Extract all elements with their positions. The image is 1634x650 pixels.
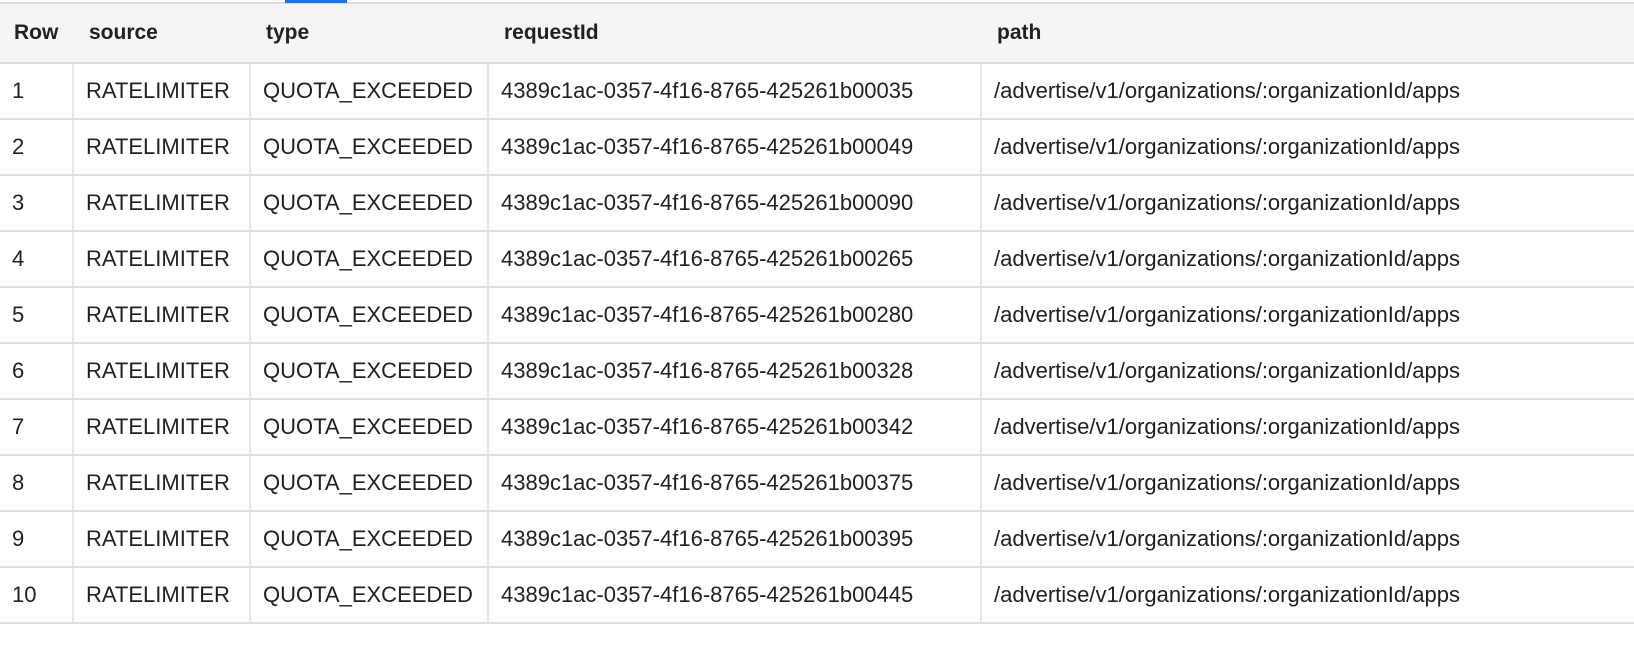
path-cell: /advertise/v1/organizations/:organizatio…: [980, 567, 1634, 624]
active-tab-indicator: [285, 0, 347, 3]
type-cell: QUOTA_EXCEEDED: [249, 119, 488, 176]
table-header-row: Row source type requestId path: [0, 4, 1634, 64]
source-cell: RATELIMITER: [72, 567, 250, 624]
request-id-cell: 4389c1ac-0357-4f16-8765-425261b00280: [487, 287, 981, 344]
table-row[interactable]: 2 RATELIMITER QUOTA_EXCEEDED 4389c1ac-0357-…: [0, 119, 1634, 176]
request-id-cell: 4389c1ac-0357-4f16-8765-425261b00090: [487, 175, 981, 232]
type-cell: QUOTA_EXCEEDED: [249, 175, 488, 232]
path-cell: /advertise/v1/organizations/:organizatio…: [980, 343, 1634, 400]
source-cell: RATELIMITER: [72, 175, 250, 232]
type-cell: QUOTA_EXCEEDED: [249, 287, 488, 344]
row-number: 2: [0, 119, 73, 176]
results-table: Row source type requestId path 1 RATELIMI…: [0, 4, 1634, 624]
table-row[interactable]: 10 RATELIMITER QUOTA_EXCEEDED 4389c1ac-0357…: [0, 567, 1634, 624]
source-cell: RATELIMITER: [72, 231, 250, 288]
table-row[interactable]: 1 RATELIMITER QUOTA_EXCEEDED 4389c1ac-0357-…: [0, 63, 1634, 120]
row-number: 1: [0, 63, 73, 120]
column-header-path[interactable]: path: [981, 4, 1634, 64]
row-number: 6: [0, 343, 73, 400]
source-cell: RATELIMITER: [72, 343, 250, 400]
row-number: 4: [0, 231, 73, 288]
type-cell: QUOTA_EXCEEDED: [249, 63, 488, 120]
source-cell: RATELIMITER: [72, 119, 250, 176]
path-cell: /advertise/v1/organizations/:organizatio…: [980, 119, 1634, 176]
source-cell: RATELIMITER: [72, 287, 250, 344]
table-row[interactable]: 7 RATELIMITER QUOTA_EXCEEDED 4389c1ac-0357-…: [0, 399, 1634, 456]
table-row[interactable]: 5 RATELIMITER QUOTA_EXCEEDED 4389c1ac-0357-…: [0, 287, 1634, 344]
path-cell: /advertise/v1/organizations/:organizatio…: [980, 399, 1634, 456]
path-cell: /advertise/v1/organizations/:organizatio…: [980, 63, 1634, 120]
request-id-cell: 4389c1ac-0357-4f16-8765-425261b00265: [487, 231, 981, 288]
path-cell: /advertise/v1/organizations/:organizatio…: [980, 175, 1634, 232]
type-cell: QUOTA_EXCEEDED: [249, 231, 488, 288]
request-id-cell: 4389c1ac-0357-4f16-8765-425261b00375: [487, 455, 981, 512]
type-cell: QUOTA_EXCEEDED: [249, 567, 488, 624]
request-id-cell: 4389c1ac-0357-4f16-8765-425261b00342: [487, 399, 981, 456]
row-number: 3: [0, 175, 73, 232]
path-cell: /advertise/v1/organizations/:organizatio…: [980, 287, 1634, 344]
table-row[interactable]: 3 RATELIMITER QUOTA_EXCEEDED 4389c1ac-0357-…: [0, 175, 1634, 232]
row-number: 9: [0, 511, 73, 568]
request-id-cell: 4389c1ac-0357-4f16-8765-425261b00049: [487, 119, 981, 176]
column-header-requestid[interactable]: requestId: [488, 4, 981, 64]
path-cell: /advertise/v1/organizations/:organizatio…: [980, 455, 1634, 512]
row-number: 10: [0, 567, 73, 624]
table-row[interactable]: 4 RATELIMITER QUOTA_EXCEEDED 4389c1ac-0357-…: [0, 231, 1634, 288]
table-row[interactable]: 9 RATELIMITER QUOTA_EXCEEDED 4389c1ac-0357-…: [0, 511, 1634, 568]
path-cell: /advertise/v1/organizations/:organizatio…: [980, 511, 1634, 568]
type-cell: QUOTA_EXCEEDED: [249, 455, 488, 512]
column-header-source[interactable]: source: [73, 4, 250, 64]
row-number: 5: [0, 287, 73, 344]
request-id-cell: 4389c1ac-0357-4f16-8765-425261b00445: [487, 567, 981, 624]
table-row[interactable]: 6 RATELIMITER QUOTA_EXCEEDED 4389c1ac-0357-…: [0, 343, 1634, 400]
table-row[interactable]: 8 RATELIMITER QUOTA_EXCEEDED 4389c1ac-0357-…: [0, 455, 1634, 512]
source-cell: RATELIMITER: [72, 399, 250, 456]
column-header-type[interactable]: type: [250, 4, 488, 64]
source-cell: RATELIMITER: [72, 455, 250, 512]
row-number: 8: [0, 455, 73, 512]
source-cell: RATELIMITER: [72, 511, 250, 568]
row-number: 7: [0, 399, 73, 456]
type-cell: QUOTA_EXCEEDED: [249, 399, 488, 456]
request-id-cell: 4389c1ac-0357-4f16-8765-425261b00035: [487, 63, 981, 120]
column-header-row[interactable]: Row: [0, 4, 73, 64]
request-id-cell: 4389c1ac-0357-4f16-8765-425261b00395: [487, 511, 981, 568]
type-cell: QUOTA_EXCEEDED: [249, 511, 488, 568]
type-cell: QUOTA_EXCEEDED: [249, 343, 488, 400]
request-id-cell: 4389c1ac-0357-4f16-8765-425261b00328: [487, 343, 981, 400]
path-cell: /advertise/v1/organizations/:organizatio…: [980, 231, 1634, 288]
source-cell: RATELIMITER: [72, 63, 250, 120]
